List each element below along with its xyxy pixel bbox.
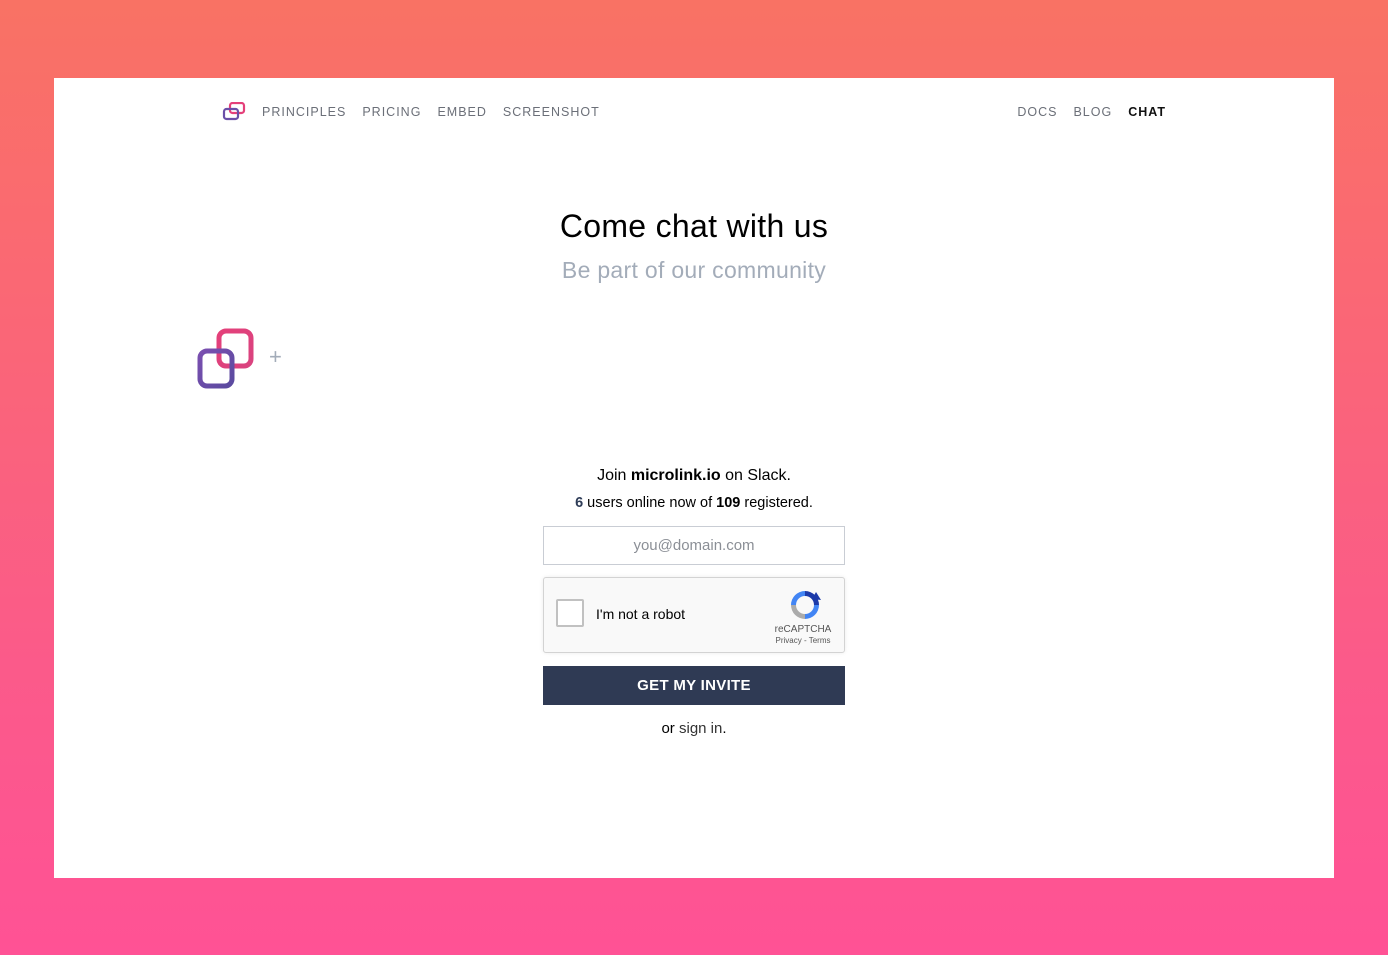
join-text: Join microlink.io on Slack. xyxy=(54,467,1334,485)
top-nav: PRINCIPLES PRICING EMBED SCREENSHOT DOCS… xyxy=(222,100,1166,124)
recaptcha-icon xyxy=(791,591,821,619)
online-stats: 6 users online now of 109 registered. xyxy=(54,495,1334,511)
signin-suffix: . xyxy=(722,720,727,737)
recaptcha-widget: I'm not a robot reCAPTCHA Privacy - Term… xyxy=(543,577,845,653)
hero: Come chat with us Be part of our communi… xyxy=(54,208,1334,284)
nav-chat[interactable]: CHAT xyxy=(1128,105,1166,119)
stats-middle: users online now of xyxy=(583,495,717,511)
join-prefix: Join xyxy=(597,467,631,484)
microlink-logo-icon[interactable] xyxy=(222,102,246,122)
nav-blog[interactable]: BLOG xyxy=(1073,105,1112,119)
page-subtitle: Be part of our community xyxy=(561,257,827,283)
registered-count: 109 xyxy=(716,495,741,511)
online-count: 6 xyxy=(575,495,584,511)
join-suffix: on Slack. xyxy=(720,467,791,484)
nav-screenshot[interactable]: SCREENSHOT xyxy=(503,105,600,119)
recaptcha-label: I'm not a robot xyxy=(596,606,686,622)
nav-embed[interactable]: EMBED xyxy=(437,105,486,119)
recaptcha-links[interactable]: Privacy - Terms xyxy=(764,636,842,645)
microlink-logo-icon xyxy=(197,328,254,389)
nav-left: PRINCIPLES PRICING EMBED SCREENSHOT xyxy=(222,102,616,122)
stats-end: registered. xyxy=(740,495,813,511)
page-title: Come chat with us xyxy=(559,208,829,244)
join-brand: microlink.io xyxy=(630,467,721,484)
get-invite-button[interactable]: GET MY INVITE xyxy=(543,666,845,705)
recaptcha-brand: reCAPTCHA xyxy=(774,624,832,635)
nav-principles[interactable]: PRINCIPLES xyxy=(262,105,346,119)
signin-text: or sign in. xyxy=(54,720,1334,737)
recaptcha-checkbox[interactable] xyxy=(556,599,584,627)
signin-prefix: or xyxy=(661,720,679,737)
browser-window: PRINCIPLES PRICING EMBED SCREENSHOT DOCS… xyxy=(54,78,1334,878)
nav-docs[interactable]: DOCS xyxy=(1017,105,1057,119)
plus-icon: + xyxy=(269,344,282,369)
signin-link[interactable]: sign in xyxy=(679,720,722,737)
email-input[interactable] xyxy=(543,526,845,565)
nav-right: DOCS BLOG CHAT xyxy=(1001,105,1166,119)
nav-pricing[interactable]: PRICING xyxy=(362,105,421,119)
